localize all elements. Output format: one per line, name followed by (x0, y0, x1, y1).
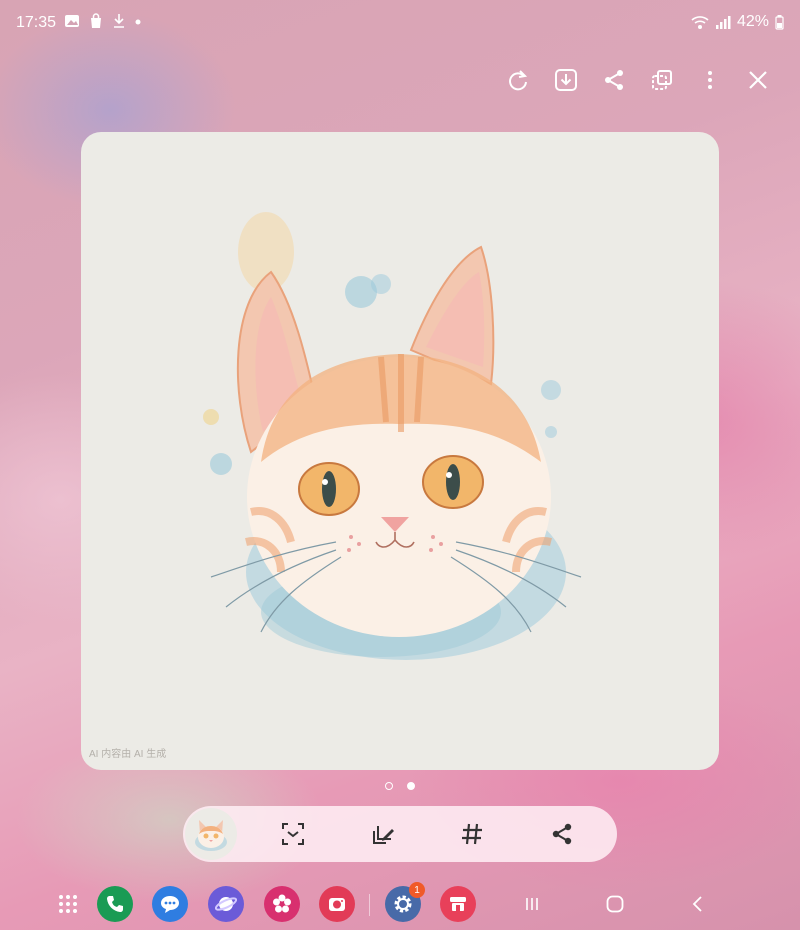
recents-button[interactable] (518, 890, 546, 918)
notification-dot-icon (135, 19, 141, 25)
crop-icon (652, 70, 672, 90)
download-button[interactable] (554, 62, 578, 98)
gallery-icon (65, 15, 79, 27)
download-icon (114, 14, 124, 28)
share-icon (552, 823, 572, 845)
status-left-icons (64, 13, 142, 29)
bixby-icon (273, 894, 291, 913)
more-options-icon (708, 71, 712, 89)
wifi-icon (691, 16, 709, 29)
internet-app[interactable] (208, 886, 244, 922)
close-button[interactable] (746, 62, 770, 98)
bixby-app[interactable] (264, 886, 300, 922)
download-icon (555, 69, 577, 91)
image-thumbnail[interactable] (185, 808, 237, 860)
store-icon (450, 897, 466, 911)
app-drawer-icon (59, 895, 77, 913)
hashtag-button[interactable] (458, 820, 486, 848)
page-dot-1[interactable] (385, 782, 393, 790)
bottom-toolbar (183, 806, 617, 862)
phone-app[interactable] (97, 886, 133, 922)
share-button[interactable] (602, 62, 626, 98)
phone-icon (107, 896, 123, 912)
battery-icon (775, 15, 784, 30)
scan-text-button[interactable] (279, 820, 307, 848)
messages-app[interactable] (152, 886, 188, 922)
home-button[interactable] (601, 890, 629, 918)
status-right: 42% (691, 13, 784, 31)
store-app[interactable] (440, 886, 476, 922)
app-drawer-button[interactable] (50, 886, 86, 922)
rotate-icon (509, 70, 528, 91)
ai-watermark: AI 内容由 AI 生成 (89, 749, 167, 760)
internet-icon (215, 897, 237, 911)
back-icon (692, 896, 702, 912)
signal-icon (715, 16, 731, 29)
hashtag-icon (462, 823, 482, 845)
share-image-button[interactable] (548, 820, 576, 848)
image-preview[interactable]: AI 内容由 AI 生成 (81, 132, 719, 770)
share-icon (605, 70, 623, 90)
camera-app[interactable] (319, 886, 355, 922)
settings-badge: 1 (409, 882, 425, 898)
page-indicator (0, 782, 800, 790)
edit-icon (373, 826, 394, 844)
status-bar: 17:35 42% (0, 0, 800, 44)
settings-app[interactable]: 1 (385, 882, 425, 922)
back-button[interactable] (684, 890, 712, 918)
viewer-toolbar (506, 62, 770, 98)
page-dot-2[interactable] (407, 782, 415, 790)
camera-icon (329, 898, 345, 911)
close-icon (749, 71, 767, 89)
status-time: 17:35 (16, 14, 57, 31)
messages-icon (161, 896, 179, 913)
shopping-bag-icon (91, 13, 101, 28)
cat-illustration (203, 212, 582, 660)
taskbar-divider (369, 894, 370, 916)
settings-icon (394, 895, 412, 913)
recents-icon (526, 898, 538, 910)
taskbar: 1 (0, 880, 800, 930)
cat-thumbnail-icon (195, 820, 227, 851)
battery-percentage: 42% (736, 13, 769, 30)
rotate-button[interactable] (506, 62, 530, 98)
home-icon (606, 895, 624, 913)
crop-button[interactable] (650, 62, 674, 98)
edit-button[interactable] (369, 820, 397, 848)
scan-text-icon (282, 823, 304, 845)
more-options-button[interactable] (698, 62, 722, 98)
